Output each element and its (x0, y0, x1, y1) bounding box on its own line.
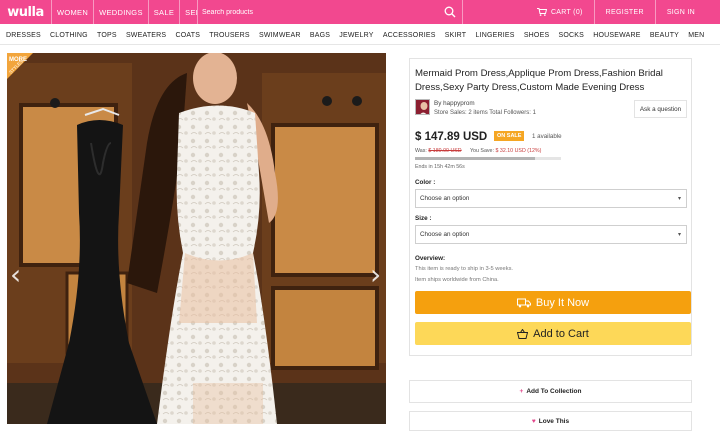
overview-ship-origin: Item ships worldwide from China. (415, 277, 499, 283)
was-label: Was: (415, 148, 427, 154)
save-value: $ 32.10 USD (12%) (495, 148, 542, 154)
register-link[interactable]: REGISTER (593, 0, 655, 24)
truck-icon (516, 298, 531, 308)
category-dresses[interactable]: DRESSES (6, 32, 41, 39)
size-select[interactable]: Choose an option ▾ (415, 225, 687, 244)
heart-icon: ♥ (531, 417, 536, 425)
cart-link[interactable]: CART (0) (526, 0, 594, 24)
prev-image-arrow[interactable]: ‹ (10, 258, 21, 291)
next-image-arrow[interactable]: › (370, 258, 381, 291)
plus-icon: + (519, 388, 524, 395)
category-accessories[interactable]: ACCESSORIES (383, 32, 436, 39)
nav-sale[interactable]: SALE (149, 0, 181, 24)
ask-question-button[interactable]: Ask a question (634, 100, 687, 118)
category-clothing[interactable]: CLOTHING (50, 32, 88, 39)
more-styles-tag[interactable]: MORE STYLES (7, 53, 33, 84)
was-price: $ 180.00 USD (428, 148, 462, 154)
chevron-down-icon: ▾ (677, 196, 681, 202)
seller-info: By happyprom Store Sales: 2 items Total … (415, 99, 687, 121)
color-select-value: Choose an option (420, 195, 470, 202)
buy-it-now-label: Buy It Now (535, 296, 590, 309)
nav-weddings[interactable]: WEDDINGS (94, 0, 149, 24)
main-nav: WOMEN WEDDINGS SALE SELL (52, 0, 211, 24)
love-this-button[interactable]: ♥ Love This (409, 411, 692, 431)
account-nav: CART (0) REGISTER SIGN IN (526, 0, 706, 24)
overview-heading: Overview: (415, 255, 446, 262)
category-coats[interactable]: COATS (176, 32, 201, 39)
size-label: Size : (415, 215, 432, 222)
add-to-collection-button[interactable]: + Add To Collection (409, 380, 692, 403)
seller-avatar[interactable] (415, 99, 430, 115)
category-beauty[interactable]: BEAUTY (650, 32, 679, 39)
buy-it-now-button[interactable]: Buy It Now (415, 291, 691, 314)
sale-ends-countdown: Ends in 15h 42m 56s (415, 164, 465, 170)
product-photo[interactable] (7, 53, 386, 424)
category-men[interactable]: MEN (688, 32, 704, 39)
product-price: $ 147.89 USD (415, 131, 488, 143)
overview-ship-time: This item is ready to ship in 3-5 weeks. (415, 266, 513, 272)
availability: 1 available (532, 133, 562, 140)
cart-label: CART (0) (550, 8, 583, 16)
add-to-collection-label: Add To Collection (526, 388, 582, 395)
category-lingeries[interactable]: LINGERIES (475, 32, 514, 39)
seller-name[interactable]: By happyprom (434, 100, 475, 107)
seller-stats: Store Sales: 2 items Total Followers: 1 (434, 110, 536, 116)
chevron-down-icon: ▾ (677, 232, 681, 238)
search-icon[interactable] (444, 5, 456, 23)
category-bags[interactable]: BAGS (310, 32, 330, 39)
nav-women[interactable]: WOMEN (52, 0, 95, 24)
category-bar: DRESSES CLOTHING TOPS SWEATERS COATS TRO… (0, 27, 720, 45)
category-socks[interactable]: SOCKS (559, 32, 585, 39)
was-price-row: Was: $ 180.00 USD (415, 148, 462, 154)
cart-icon (536, 8, 547, 16)
category-swimwear[interactable]: SWIMWEAR (259, 32, 301, 39)
search-box (197, 0, 463, 24)
category-trousers[interactable]: TROUSERS (209, 32, 250, 39)
sale-progress-bar (415, 157, 561, 160)
category-skirt[interactable]: SKIRT (445, 32, 467, 39)
size-select-value: Choose an option (420, 231, 470, 238)
sale-progress-fill (415, 157, 535, 160)
color-label: Color : (415, 179, 436, 186)
color-select[interactable]: Choose an option ▾ (415, 189, 687, 208)
category-houseware[interactable]: HOUSEWARE (593, 32, 640, 39)
on-sale-badge: ON SALE (494, 131, 525, 141)
save-label: You Save: (470, 148, 494, 154)
category-shoes[interactable]: SHOES (524, 32, 550, 39)
category-tops[interactable]: TOPS (97, 32, 117, 39)
signin-link[interactable]: SIGN IN (654, 0, 706, 24)
product-panel: Mermaid Prom Dress,Applique Prom Dress,F… (409, 58, 692, 356)
love-this-label: Love This (538, 417, 570, 425)
category-sweaters[interactable]: SWEATERS (126, 32, 166, 39)
add-to-cart-button[interactable]: Add to Cart (415, 322, 691, 345)
search-input[interactable] (198, 8, 428, 16)
category-jewelry[interactable]: JEWELRY (339, 32, 373, 39)
product-title: Mermaid Prom Dress,Applique Prom Dress,F… (415, 68, 663, 93)
logo[interactable]: wulla (0, 0, 52, 24)
top-navigation-bar: wulla WOMEN WEDDINGS SALE SELL CART (0) … (0, 0, 720, 24)
basket-icon (517, 328, 529, 339)
you-save-row: You Save: $ 32.10 USD (12%) (470, 148, 541, 154)
add-to-cart-label: Add to Cart (533, 327, 589, 340)
